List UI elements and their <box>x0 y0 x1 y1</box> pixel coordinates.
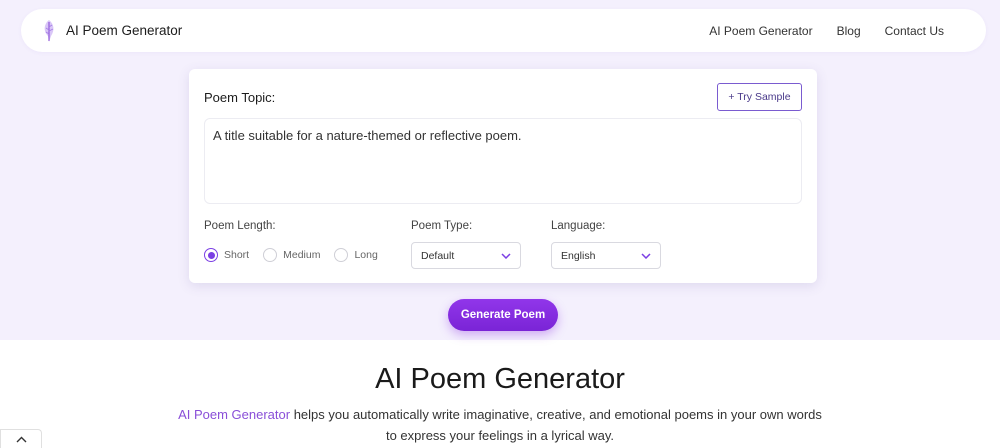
generate-poem-button[interactable]: Generate Poem <box>448 299 558 331</box>
length-option-long[interactable]: Long <box>334 248 378 262</box>
length-option-medium[interactable]: Medium <box>263 248 320 262</box>
poem-form-card: Poem Topic: + Try Sample A title suitabl… <box>189 69 817 283</box>
poem-length-radio-group: Short Medium Long <box>204 248 392 262</box>
brand[interactable]: AI Poem Generator <box>40 9 182 52</box>
length-option-label: Short <box>224 249 250 261</box>
poem-type-label: Poem Type: <box>411 220 473 232</box>
chevron-down-icon <box>641 252 651 259</box>
scroll-to-top-button[interactable] <box>0 429 42 448</box>
nav-links: AI Poem Generator Blog Contact Us <box>709 9 944 52</box>
language-value: English <box>561 249 596 262</box>
length-option-short[interactable]: Short <box>204 248 249 262</box>
nav-link-blog[interactable]: Blog <box>837 24 861 38</box>
poem-topic-input[interactable]: A title suitable for a nature-themed or … <box>204 118 802 204</box>
page-description: AI Poem Generator helps you automaticall… <box>150 404 850 446</box>
chevron-down-icon <box>501 252 511 259</box>
description-text: helps you automatically write imaginativ… <box>290 407 822 422</box>
poem-length-label: Poem Length: <box>204 220 276 232</box>
nav-link-contact-us[interactable]: Contact Us <box>885 24 944 38</box>
language-label: Language: <box>551 220 606 232</box>
page-title: AI Poem Generator <box>375 363 625 395</box>
description-text-line2: to express your feelings in a lyrical wa… <box>385 428 615 443</box>
navbar: AI Poem Generator AI Poem Generator Blog… <box>21 9 986 52</box>
poem-topic-label: Poem Topic: <box>204 90 276 105</box>
length-option-label: Medium <box>283 249 321 261</box>
brand-name: AI Poem Generator <box>66 23 183 38</box>
chevron-up-icon <box>16 436 26 442</box>
language-select[interactable]: English <box>551 242 661 269</box>
radio-checked-icon[interactable] <box>204 248 218 262</box>
length-option-label: Long <box>354 249 378 261</box>
feather-logo-icon <box>44 19 54 42</box>
description-link[interactable]: AI Poem Generator <box>178 407 290 422</box>
radio-unchecked-icon[interactable] <box>263 248 278 262</box>
poem-type-value: Default <box>421 249 455 262</box>
radio-unchecked-icon[interactable] <box>334 248 349 262</box>
nav-link-ai-poem-generator[interactable]: AI Poem Generator <box>709 24 812 38</box>
poem-type-select[interactable]: Default <box>411 242 521 269</box>
try-sample-button[interactable]: + Try Sample <box>717 83 802 111</box>
